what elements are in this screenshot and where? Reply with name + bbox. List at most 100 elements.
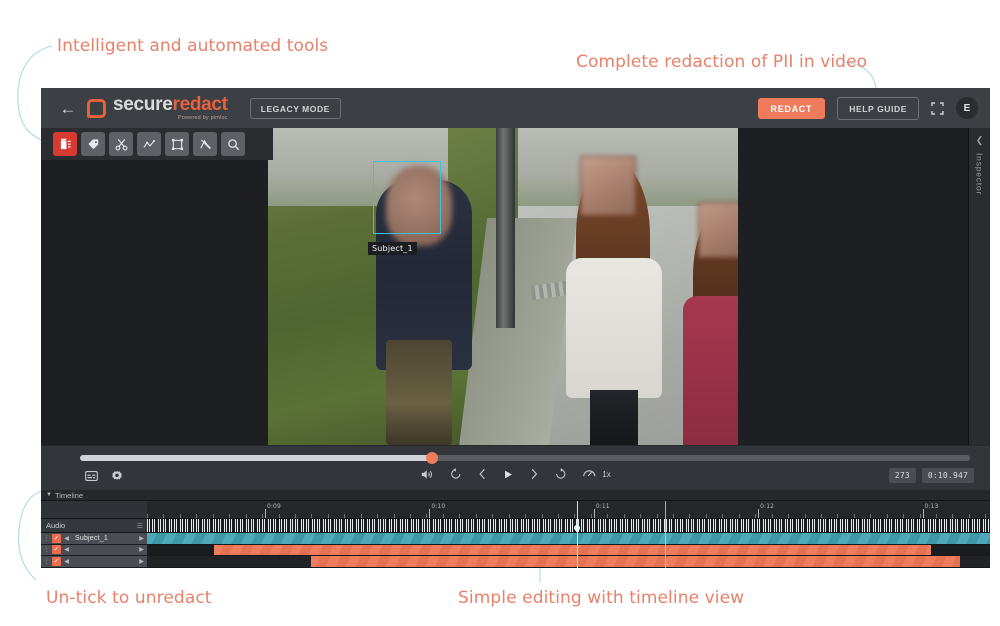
track-prev-arrow[interactable]: ◀	[61, 558, 72, 565]
track-header[interactable]: ⋮✓◀ ▶	[41, 556, 147, 568]
ruler-tick	[853, 514, 855, 518]
timeline-clip[interactable]	[147, 533, 990, 544]
ruler-tick	[788, 514, 790, 518]
audio-track-header[interactable]: Audio ☰	[41, 519, 147, 533]
audio-waveform-track[interactable]	[147, 519, 990, 533]
ruler-tick	[590, 514, 592, 518]
track-visibility-checkbox[interactable]: ✓	[52, 533, 61, 543]
ruler-tick	[492, 514, 494, 518]
volume-button[interactable]	[420, 469, 433, 480]
ruler-tick	[771, 514, 773, 518]
annotation-untick: Un-tick to unredact	[46, 588, 212, 608]
play-button[interactable]	[502, 469, 513, 480]
interpolate-tool-button[interactable]	[137, 132, 161, 156]
detection-box-face-3[interactable]	[698, 202, 738, 258]
avatar[interactable]: E	[956, 97, 978, 119]
ruler-tick	[311, 514, 313, 518]
timeline-tracks-area[interactable]: 0:09 0:10 0:11 0:12 0:13	[147, 501, 990, 568]
timeline-playhead[interactable]	[574, 501, 581, 568]
ruler-tick-major	[265, 509, 267, 518]
annotation-pii: Complete redaction of PII in video	[576, 52, 868, 72]
redact-tool-button[interactable]	[53, 132, 77, 156]
track-grip[interactable]: ⋮	[41, 546, 52, 553]
ruler-tick	[968, 514, 970, 518]
app-window: ← secureredact Powered by pimloc LEGACY …	[41, 88, 990, 568]
unlink-tool-button[interactable]	[193, 132, 217, 156]
track-header[interactable]: ⋮✓◀ ▶	[41, 544, 147, 556]
timeline-ruler[interactable]: 0:09 0:10 0:11 0:12 0:13	[147, 501, 990, 519]
subtitles-icon[interactable]	[85, 471, 98, 481]
video-frame[interactable]: Subject_1	[268, 128, 738, 445]
track-header[interactable]: ⋮✓◀▶	[41, 567, 147, 568]
track-row[interactable]	[147, 567, 990, 568]
timeline-clip[interactable]	[311, 556, 961, 567]
app-header: ← secureredact Powered by pimloc LEGACY …	[41, 88, 990, 128]
track-visibility-checkbox[interactable]: ✓	[52, 556, 61, 566]
audio-waveform	[147, 519, 990, 532]
timeline-title: Timeline	[54, 490, 84, 500]
ruler-label: 0:09	[267, 503, 281, 510]
logo-mark-icon	[87, 98, 106, 118]
speed-button[interactable]	[582, 468, 595, 480]
logo-word-secure: secure	[113, 93, 173, 115]
legacy-mode-button[interactable]: LEGACY MODE	[249, 97, 341, 119]
ruler-tick	[196, 514, 198, 518]
track-next-arrow[interactable]: ▶	[136, 558, 147, 565]
gear-icon[interactable]	[111, 470, 123, 482]
track-grip[interactable]: ⋮	[41, 558, 52, 565]
transport-counters: 273 0:10.947	[888, 468, 974, 483]
track-row[interactable]	[147, 556, 990, 568]
scrubber[interactable]	[80, 452, 970, 464]
next-frame-button[interactable]	[529, 468, 538, 480]
inspector-panel-toggle[interactable]: ❮ Inspector	[968, 128, 990, 445]
prev-frame-button[interactable]	[477, 468, 486, 480]
app-logo: secureredact Powered by pimloc	[87, 95, 228, 122]
ruler-tick	[607, 514, 609, 518]
timeline-clip[interactable]	[880, 567, 990, 568]
rewind-button[interactable]	[449, 468, 461, 480]
bounding-box-tool-button[interactable]	[165, 132, 189, 156]
track-prev-arrow[interactable]: ◀	[61, 546, 72, 553]
ruler-tick	[262, 514, 264, 518]
timeline-header[interactable]: ▼ Timeline	[41, 490, 990, 501]
track-prev-arrow[interactable]: ◀	[61, 535, 72, 542]
help-guide-button[interactable]: HELP GUIDE	[837, 96, 919, 120]
track-next-arrow[interactable]: ▶	[136, 546, 147, 553]
ruler-tick	[689, 514, 691, 518]
cut-tool-button[interactable]	[109, 132, 133, 156]
ruler-tick-major	[758, 509, 760, 518]
track-next-arrow[interactable]: ▶	[136, 535, 147, 542]
track-row[interactable]	[147, 533, 990, 545]
detection-box-subject-1[interactable]	[373, 161, 441, 234]
zoom-tool-button[interactable]	[221, 132, 245, 156]
ruler-tick	[755, 514, 757, 518]
frame-counter: 273	[888, 468, 916, 483]
loop-button[interactable]	[554, 468, 566, 480]
page-root: Intelligent and automated tools Complete…	[0, 0, 1000, 626]
track-row[interactable]	[147, 544, 990, 556]
ruler-tick	[557, 514, 559, 518]
timeline-clip[interactable]	[214, 544, 931, 555]
redact-button[interactable]: REDACT	[757, 97, 826, 119]
ruler-tick	[574, 514, 576, 518]
detection-box-face-2[interactable]	[580, 156, 636, 216]
track-header[interactable]: ⋮ ✓ ◀ Subject_1 ▶	[41, 533, 147, 545]
playback-speed-label[interactable]: 1x	[602, 470, 610, 479]
ruler-tick	[738, 514, 740, 518]
waveform-icon: ☰	[136, 522, 143, 530]
ruler-tick	[459, 514, 461, 518]
track-visibility-checkbox[interactable]: ✓	[52, 545, 61, 555]
track-grip[interactable]: ⋮	[41, 535, 52, 542]
ruler-tick	[525, 514, 527, 518]
tag-tool-button[interactable]	[81, 132, 105, 156]
annotation-timeline: Simple editing with timeline view	[458, 588, 745, 608]
video-stage[interactable]: Subject_1	[41, 128, 968, 445]
ruler-tick	[656, 514, 658, 518]
ruler-tick	[804, 514, 806, 518]
back-arrow-icon[interactable]: ←	[51, 100, 85, 117]
scrubber-handle[interactable]	[425, 452, 438, 464]
stage-letterbox-right	[738, 128, 968, 445]
fullscreen-icon[interactable]	[931, 101, 944, 115]
scrubber-track[interactable]	[80, 455, 970, 461]
timeline-track-headers: Audio ☰ ⋮✓◀Subject_1▶⋮✓◀▶⋮✓◀▶⋮✓◀▶⋮✓◀▶⋮✓◀…	[41, 501, 147, 568]
